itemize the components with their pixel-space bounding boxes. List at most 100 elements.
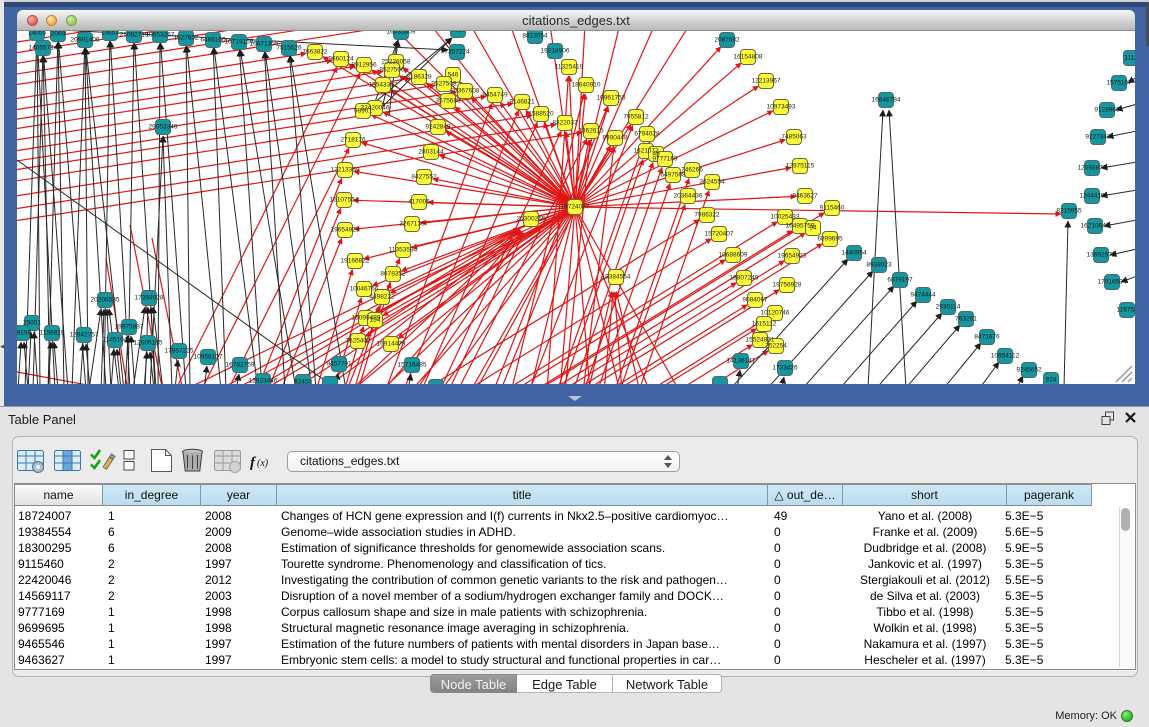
svg-text:19654923: 19654923 (778, 253, 807, 260)
svg-text:16154808: 16154808 (734, 54, 763, 61)
svg-text:10025433: 10025433 (771, 214, 800, 221)
svg-text:12213967: 12213967 (752, 78, 781, 85)
svg-text:1733426: 1733426 (772, 365, 798, 372)
svg-text:1156819: 1156819 (40, 330, 65, 337)
svg-text:1440954: 1440954 (841, 250, 867, 257)
svg-text:20367608: 20367608 (451, 88, 480, 95)
svg-text:10120746: 10120746 (761, 310, 790, 317)
svg-text:9245652: 9245652 (1016, 367, 1042, 374)
svg-text:6879197: 6879197 (887, 277, 913, 284)
svg-text:16961758: 16961758 (597, 95, 626, 102)
svg-text:1145194: 1145194 (103, 337, 128, 344)
svg-text:29053346: 29053346 (149, 124, 178, 131)
svg-text:19756928: 19756928 (773, 282, 802, 289)
svg-text:9527508: 9527508 (431, 81, 457, 88)
svg-text:9146821: 9146821 (509, 99, 535, 106)
svg-text:6466160: 6466160 (200, 37, 226, 44)
svg-text:9227343: 9227343 (1085, 134, 1111, 141)
svg-text:7485063: 7485063 (781, 134, 807, 141)
svg-text:7625402: 7625402 (345, 338, 371, 345)
svg-text:8215955: 8215955 (1056, 208, 1082, 215)
svg-text:1588520: 1588520 (528, 111, 554, 118)
svg-text:19975887: 19975887 (115, 324, 144, 331)
svg-text:15716485: 15716485 (398, 362, 427, 369)
svg-text:763261: 763261 (955, 316, 977, 323)
svg-text:25226058: 25226058 (382, 59, 411, 66)
svg-text:7663822: 7663822 (302, 49, 328, 56)
svg-text:19166822: 19166822 (341, 258, 370, 265)
svg-text:14136141: 14136141 (727, 358, 756, 365)
svg-text:19654923: 19654923 (331, 227, 360, 234)
svg-text:252254: 252254 (765, 343, 787, 350)
svg-text:18640910: 18640910 (572, 82, 601, 89)
svg-text:10973493: 10973493 (767, 104, 796, 111)
svg-text:9457791: 9457791 (326, 361, 352, 368)
svg-text:2718176: 2718176 (340, 137, 366, 144)
svg-text:16033809: 16033809 (387, 31, 416, 36)
svg-text:154: 154 (370, 317, 381, 324)
svg-text:19384554: 19384554 (602, 274, 631, 281)
svg-text:94: 94 (809, 225, 817, 232)
svg-text:18724007: 18724007 (561, 204, 590, 211)
svg-text:12923446: 12923446 (249, 378, 278, 385)
svg-text:1615112: 1615112 (752, 321, 777, 328)
svg-text:12975115: 12975115 (786, 163, 815, 170)
svg-text:6794028: 6794028 (634, 131, 660, 138)
svg-text:417006: 417006 (408, 199, 430, 206)
svg-text:2087682: 2087682 (714, 37, 740, 44)
svg-text:16671355: 16671355 (250, 41, 279, 48)
svg-text:92450: 92450 (294, 379, 312, 385)
svg-text:9660124: 9660124 (328, 56, 354, 63)
svg-text:9084067: 9084067 (742, 297, 768, 304)
svg-text:116753: 116753 (1116, 307, 1135, 314)
svg-text:20364436: 20364436 (674, 193, 703, 200)
svg-text:924: 924 (1046, 377, 1057, 384)
svg-text:8678352: 8678352 (380, 271, 406, 278)
svg-text:8990448: 8990448 (602, 135, 628, 142)
svg-text:3575685: 3575685 (435, 98, 461, 105)
svg-text:39159: 39159 (17, 330, 31, 337)
svg-text:(x): (x) (257, 458, 269, 469)
svg-text:8454749: 8454749 (482, 92, 508, 99)
svg-text:10958107: 10958107 (194, 354, 223, 361)
svg-text:18807249: 18807249 (730, 275, 759, 282)
svg-text:8813054: 8813054 (522, 33, 548, 40)
svg-text:f: f (250, 455, 257, 471)
svg-text:7357224: 7357224 (444, 49, 470, 56)
svg-text:10688609: 10688609 (719, 252, 748, 259)
svg-text:98901: 98901 (354, 108, 372, 115)
svg-text:8186328: 8186328 (406, 74, 432, 81)
svg-text:8322037: 8322037 (552, 120, 578, 127)
svg-text:14055714: 14055714 (29, 45, 58, 52)
svg-text:25300265: 25300265 (517, 216, 546, 223)
svg-text:14055: 14055 (28, 31, 46, 37)
svg-text:25001: 25001 (23, 320, 41, 327)
svg-text:13692971: 13692971 (1087, 252, 1116, 259)
svg-text:17957225: 17957225 (165, 348, 194, 355)
svg-text:12505185: 12505185 (134, 340, 163, 347)
svg-text:4498222: 4498222 (369, 294, 395, 301)
svg-text:7955812: 7955812 (623, 114, 649, 121)
svg-text:16782759: 16782759 (226, 362, 255, 369)
svg-text:9242848: 9242848 (425, 124, 451, 131)
svg-text:16648784: 16648784 (872, 97, 901, 104)
svg-text:10653267: 10653267 (146, 32, 175, 39)
svg-text:16914479: 16914479 (377, 341, 406, 348)
svg-text:16210643: 16210643 (1081, 223, 1110, 230)
svg-text:1112: 1112 (1124, 55, 1135, 62)
svg-text:12942757: 12942757 (70, 332, 99, 339)
svg-text:1244419: 1244419 (1079, 193, 1105, 200)
svg-text:1575107: 1575107 (1106, 80, 1132, 87)
svg-text:19218906: 19218906 (541, 48, 570, 55)
svg-text:8471676: 8471676 (974, 334, 1000, 341)
svg-text:20691406: 20691406 (71, 37, 100, 44)
svg-text:12213369: 12213369 (331, 167, 360, 174)
svg-text:8813: 8813 (451, 31, 466, 34)
svg-text:1527602: 1527602 (173, 35, 199, 42)
svg-text:9474444: 9474444 (910, 292, 936, 299)
svg-text:9115460: 9115460 (820, 205, 845, 212)
svg-text:10046766: 10046766 (350, 286, 379, 293)
svg-text:3267130: 3267130 (399, 221, 425, 228)
svg-text:746266: 746266 (681, 167, 703, 174)
svg-text:3624554: 3624554 (699, 179, 725, 186)
